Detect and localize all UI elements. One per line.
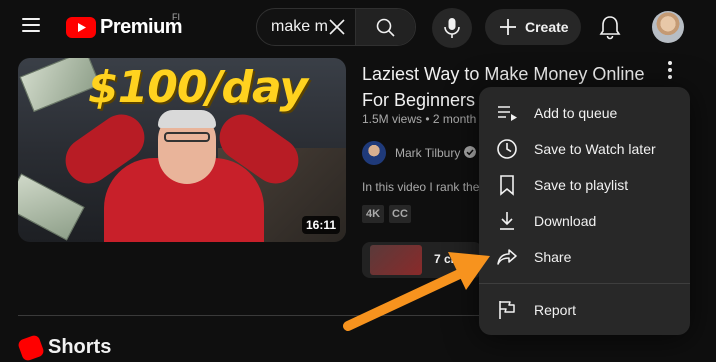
menu-item-label: Download [534, 213, 597, 229]
search-bar [256, 8, 416, 46]
bookmark-icon [500, 175, 514, 196]
video-duration: 16:11 [301, 216, 340, 234]
account-avatar[interactable] [652, 11, 684, 43]
thumbnail-person-glasses [164, 132, 210, 142]
thumbnail-banknote [18, 173, 85, 241]
badge-4k: 4K [362, 205, 384, 223]
notifications-bell-icon[interactable] [598, 14, 622, 40]
shorts-icon [16, 333, 46, 362]
menu-item-download[interactable]: Download [479, 203, 690, 239]
menu-item-save-to-watch-later[interactable]: Save to Watch later [479, 131, 690, 167]
menu-item-label: Report [534, 302, 577, 318]
youtube-premium-logo[interactable]: Premium [66, 14, 183, 40]
menu-item-label: Add to queue [534, 105, 618, 121]
video-views: 1.5M views • 2 month [362, 112, 477, 126]
voice-search-button[interactable] [432, 8, 472, 48]
create-label: Create [525, 19, 569, 35]
menu-item-label: Save to playlist [534, 177, 629, 193]
menu-divider [479, 283, 690, 284]
menu-item-label: Share [534, 249, 572, 265]
shorts-heading: Shorts [48, 336, 112, 358]
menu-item-add-to-queue[interactable]: Add to queue [479, 95, 690, 131]
youtube-play-icon [66, 16, 96, 38]
clock-icon [497, 139, 517, 159]
search-input[interactable] [271, 18, 331, 36]
channel-name[interactable]: Mark Tilbury [395, 146, 460, 160]
search-icon [376, 18, 395, 37]
video-actions-menu: Add to queue Save to Watch later Save to… [479, 87, 690, 335]
more-actions-icon[interactable] [660, 58, 680, 82]
menu-hamburger-icon[interactable] [22, 18, 40, 32]
country-code: FI [172, 12, 180, 22]
verified-badge-icon [464, 146, 476, 158]
create-button[interactable]: Create [485, 9, 581, 45]
microphone-icon [444, 18, 460, 38]
clear-search-icon[interactable] [327, 17, 347, 37]
channel-avatar[interactable] [362, 141, 386, 165]
add-to-queue-icon [498, 106, 517, 121]
menu-item-label: Save to Watch later [534, 141, 656, 157]
plus-icon [500, 19, 516, 35]
menu-item-report[interactable]: Report [479, 292, 690, 328]
thumbnail-title-text: $100/day [88, 62, 308, 113]
menu-item-share[interactable]: Share [479, 239, 690, 275]
menu-item-save-to-playlist[interactable]: Save to playlist [479, 167, 690, 203]
badge-cc: CC [389, 205, 411, 223]
search-button[interactable] [355, 9, 415, 45]
video-thumbnail[interactable]: $100/day 16:11 [18, 58, 346, 242]
download-icon [500, 212, 514, 230]
logo-text: Premium [100, 15, 183, 38]
annotation-arrow-icon [343, 252, 490, 331]
video-description: In this video I rank the [362, 180, 480, 194]
